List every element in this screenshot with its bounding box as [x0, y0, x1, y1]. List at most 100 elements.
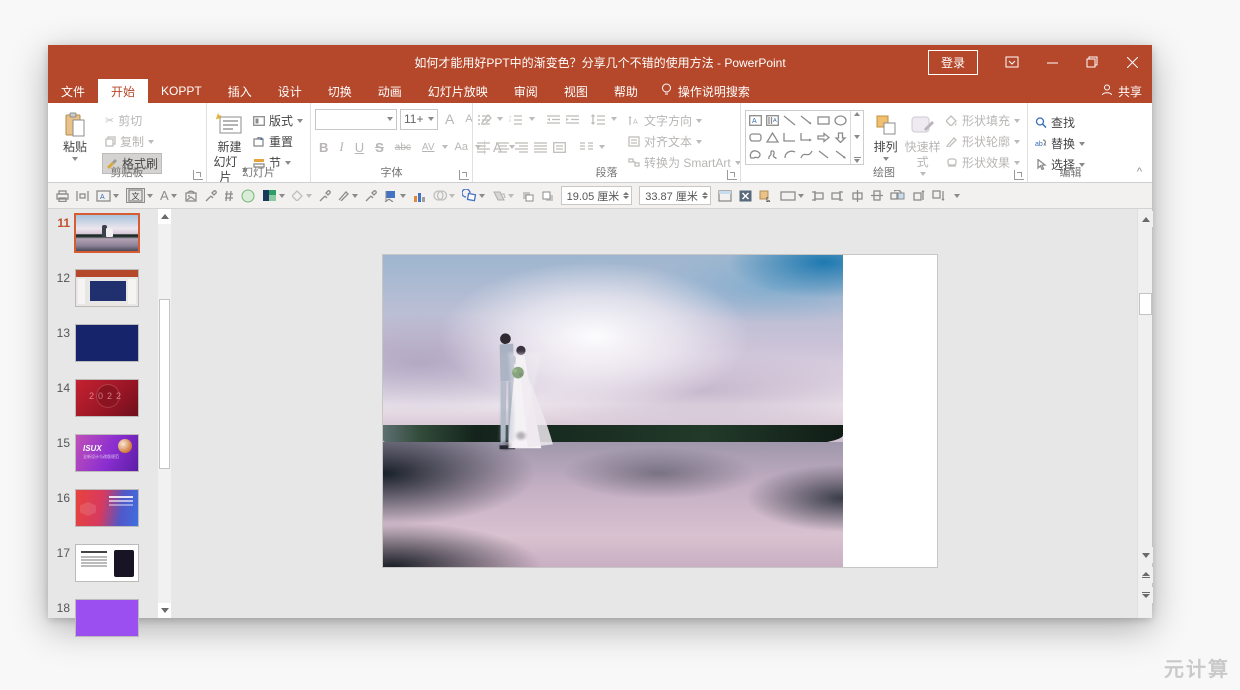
scrollbar-thumb[interactable] — [1139, 293, 1152, 315]
find-button[interactable]: 查找 — [1032, 113, 1088, 132]
shape-width-spinner[interactable]: 33.87 厘米 — [639, 186, 711, 205]
clipboard-dialog-launcher[interactable] — [193, 170, 203, 180]
columns-button[interactable] — [580, 142, 593, 153]
merge-shapes-button[interactable] — [433, 189, 455, 202]
arrange-button[interactable]: 排列 — [869, 107, 902, 161]
tell-me-search[interactable]: 操作说明搜索 — [651, 79, 760, 103]
strikethrough-button[interactable]: S — [371, 140, 388, 155]
bullets-button[interactable] — [477, 114, 491, 125]
textbox-button[interactable]: A — [96, 190, 119, 202]
shape-triangle[interactable] — [764, 129, 781, 146]
slide-thumbnail-17[interactable]: 17 — [48, 545, 160, 581]
height-stepper-icons[interactable] — [623, 192, 629, 199]
login-button[interactable]: 登录 — [928, 50, 978, 75]
tab-view[interactable]: 视图 — [551, 79, 601, 103]
close-shape-button[interactable] — [739, 190, 752, 202]
shape-line-2[interactable] — [815, 146, 832, 163]
tab-file[interactable]: 文件 — [48, 79, 98, 103]
eyedropper3-button[interactable] — [365, 190, 377, 202]
shape-arc[interactable] — [781, 146, 798, 163]
width-stepper-icons[interactable] — [702, 192, 708, 199]
shape-elbow-connector[interactable] — [781, 129, 798, 146]
tab-insert[interactable]: 插入 — [215, 79, 265, 103]
slide-thumbnail-18[interactable]: 18 — [48, 600, 160, 636]
bring-forward-button[interactable] — [521, 190, 534, 202]
tab-koppt[interactable]: KOPPT — [148, 79, 215, 103]
shape-right-arrow[interactable] — [815, 129, 832, 146]
merge-same-button[interactable] — [224, 190, 234, 202]
shape-rectangle[interactable] — [815, 112, 832, 129]
thumbnail-scrollbar-thumb[interactable] — [159, 299, 170, 469]
outline-pen-button[interactable] — [338, 190, 358, 201]
send-backward-button[interactable] — [541, 190, 554, 202]
font-quick-button[interactable]: A — [160, 188, 177, 203]
paragraph-dialog-launcher[interactable] — [727, 170, 737, 180]
slide-thumbnail-15[interactable]: 15 ISUX全新设计与改版规范 — [48, 435, 160, 471]
rotate-height-button[interactable] — [912, 189, 925, 202]
eyedropper-button[interactable] — [205, 190, 217, 202]
rotate-width-button[interactable] — [932, 189, 945, 202]
numbering-button[interactable]: 12 — [509, 114, 523, 125]
paste-button[interactable]: 粘贴 — [52, 107, 98, 161]
vertical-textbox-button[interactable]: 文 — [126, 188, 153, 203]
restore-button[interactable] — [1072, 45, 1112, 79]
tab-slideshow[interactable]: 幻灯片放映 — [415, 79, 501, 103]
shape-freeform[interactable] — [747, 146, 764, 163]
tab-design[interactable]: 设计 — [265, 79, 315, 103]
decrease-indent-button[interactable] — [547, 114, 560, 125]
tab-review[interactable]: 审阅 — [501, 79, 551, 103]
shape-outline-button[interactable]: 形状轮廓 — [943, 132, 1023, 151]
wedding-photo[interactable] — [383, 255, 843, 567]
quickbar-overflow-icon[interactable] — [954, 194, 960, 198]
align-objects-right-button[interactable] — [831, 190, 844, 202]
tab-animations[interactable]: 动画 — [365, 79, 415, 103]
previous-slide-button[interactable] — [1138, 567, 1153, 583]
slide-window-button[interactable] — [718, 190, 732, 202]
eyedropper2-button[interactable] — [319, 190, 331, 202]
slide-thumbnail-14[interactable]: 14 2022 — [48, 380, 160, 416]
shape-rounded-rectangle[interactable] — [747, 129, 764, 146]
fill-color-button[interactable] — [292, 190, 312, 201]
selection-pane-button[interactable] — [759, 190, 773, 202]
slide-empty-space[interactable] — [843, 255, 937, 567]
import-flag-button[interactable] — [384, 190, 406, 202]
change-case-button[interactable]: Aa — [451, 141, 472, 153]
underline-button[interactable]: U — [351, 140, 368, 155]
font-dialog-launcher[interactable] — [459, 170, 469, 180]
line-spacing-button[interactable] — [591, 114, 605, 125]
scroll-up-button[interactable] — [1138, 211, 1153, 227]
justify-button[interactable] — [534, 142, 547, 153]
increase-font-button[interactable]: A — [441, 111, 458, 127]
tab-home[interactable]: 开始 — [98, 79, 148, 103]
print-button[interactable] — [56, 190, 69, 202]
chart-button[interactable] — [413, 190, 426, 202]
italic-button[interactable]: I — [335, 139, 347, 155]
shape-curve[interactable] — [798, 146, 815, 163]
share-button[interactable]: 共享 — [1101, 79, 1142, 103]
increase-indent-button[interactable] — [566, 114, 579, 125]
swap-position-button[interactable] — [890, 190, 905, 202]
shape-oval[interactable] — [832, 112, 849, 129]
scroll-down-button[interactable] — [1138, 547, 1153, 563]
snap-rectangle-button[interactable] — [780, 190, 804, 202]
replace-button[interactable]: ab 替换 — [1032, 134, 1088, 153]
shape-line[interactable] — [781, 112, 798, 129]
close-button[interactable] — [1112, 45, 1152, 79]
combine-shapes-button[interactable] — [462, 189, 485, 202]
thumbnail-scroll-up-button[interactable] — [158, 209, 171, 224]
align-center-button[interactable] — [496, 142, 509, 153]
distribute-button[interactable] — [553, 142, 566, 153]
minimize-button[interactable] — [1032, 45, 1072, 79]
shapes-gallery-scrollbar[interactable] — [850, 111, 863, 164]
drawing-dialog-launcher[interactable] — [1014, 170, 1024, 180]
slide-thumbnail-11[interactable]: 11 — [48, 215, 160, 251]
reset-picture-button[interactable] — [184, 190, 198, 202]
shape-fill-button[interactable]: 形状填充 — [943, 111, 1023, 130]
ribbon-display-options-button[interactable] — [992, 45, 1032, 79]
align-center-horizontal-button[interactable] — [851, 190, 864, 202]
align-text-button[interactable]: 对齐文本 — [625, 132, 744, 151]
tab-transitions[interactable]: 切换 — [315, 79, 365, 103]
copy-button[interactable]: 复制 — [102, 132, 162, 151]
shape-height-spinner[interactable]: 19.05 厘米 — [561, 186, 633, 205]
color-swatch-button[interactable] — [262, 189, 285, 202]
